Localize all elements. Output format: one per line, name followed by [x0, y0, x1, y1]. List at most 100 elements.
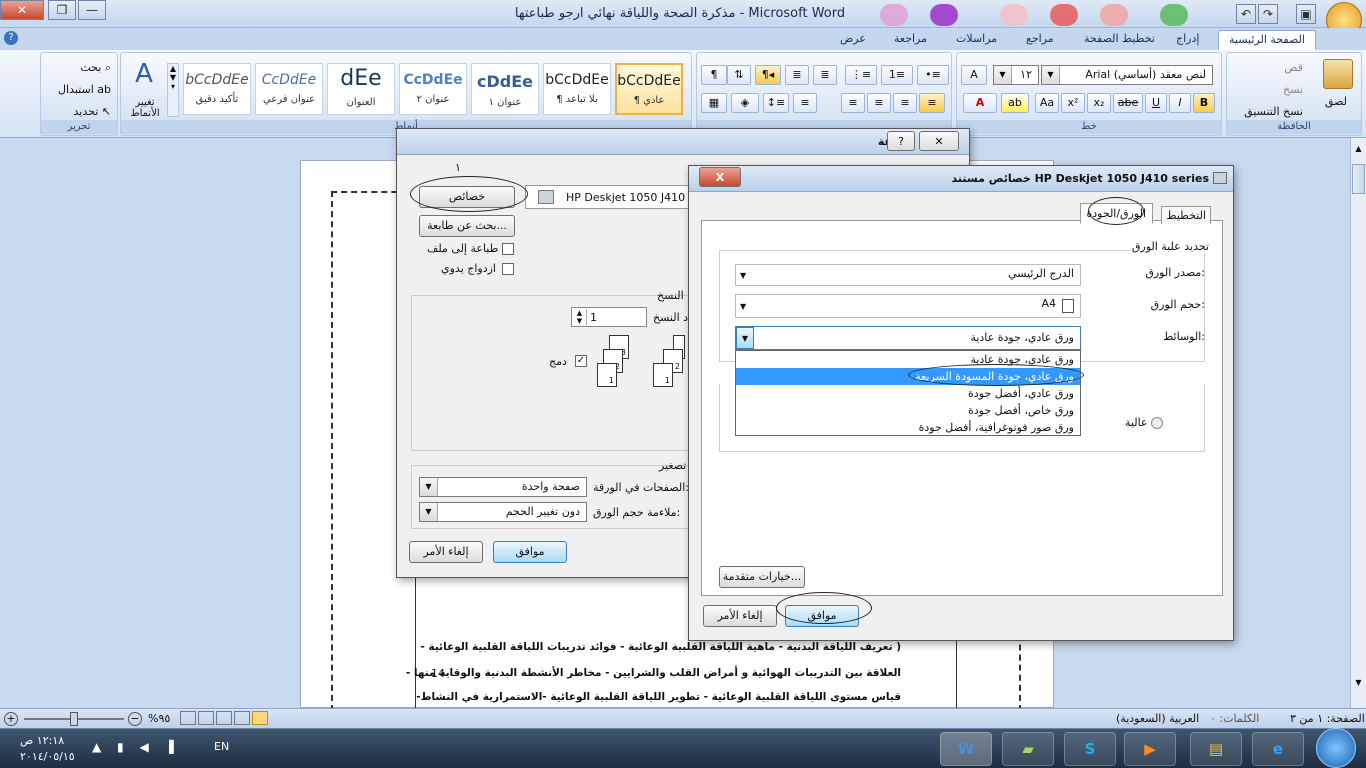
start-button[interactable] [1316, 728, 1356, 768]
copy-button[interactable]: نسخ [1283, 83, 1303, 96]
paste-button[interactable]: لصق [1325, 95, 1347, 108]
tab-insert[interactable]: إدراج [1166, 30, 1209, 50]
replace-button[interactable]: استبدال ab [58, 83, 111, 96]
tab-layout[interactable]: التخطيط [1161, 206, 1211, 224]
close-button[interactable]: ✕ [0, 0, 44, 20]
styles-scroll[interactable]: ▲ ▼ ▾ [167, 63, 179, 117]
view-print-layout-icon[interactable] [252, 711, 268, 725]
taskbar-media-icon[interactable]: ▶ [1124, 732, 1176, 766]
show-marks-button[interactable]: ¶ [701, 65, 727, 85]
select-button[interactable]: تحديد ↖ [74, 105, 112, 118]
zoom-in-icon[interactable]: + [4, 712, 18, 726]
font-color-button[interactable]: A [963, 93, 997, 113]
bullets-button[interactable]: •≡ [917, 65, 949, 85]
justify-button[interactable]: ≡ [793, 93, 817, 113]
shading-button[interactable]: ◈ [731, 93, 759, 113]
copies-spinner[interactable]: ▲ ▼ 1 [571, 307, 647, 327]
find-button[interactable]: بحث ⌕ [80, 61, 111, 75]
tab-home[interactable]: الصفحة الرئيسية [1218, 30, 1316, 50]
scroll-thumb[interactable] [1352, 164, 1365, 194]
change-case-button[interactable]: Aa [1035, 93, 1059, 113]
print-to-file-checkbox[interactable] [502, 243, 514, 255]
cut-button[interactable]: قص [1284, 61, 1303, 74]
spinner-arrows-icon[interactable]: ▲ ▼ [573, 309, 587, 325]
view-reading-icon[interactable] [234, 711, 250, 725]
align-justify-rtl-button[interactable]: ≡ [919, 93, 945, 113]
vertical-scrollbar[interactable]: ▲ ▼ [1350, 138, 1366, 708]
style-no-spacing[interactable]: bCcDdEe ¶ بلا تباعد [543, 63, 611, 115]
bold-button[interactable]: B [1193, 93, 1215, 113]
tab-mailings[interactable]: مراسلات [946, 30, 1007, 50]
taskbar-explorer-icon[interactable]: ▤ [1190, 732, 1242, 766]
help-icon[interactable]: ? [4, 31, 18, 45]
style-subtle-emphasis[interactable]: bCcDdEe تأكيد دقيق [183, 63, 251, 115]
qat-save-icon[interactable]: ▣ [1296, 4, 1316, 24]
numbering-button[interactable]: 1≡ [881, 65, 913, 85]
outdent-button[interactable]: ≣ [813, 65, 837, 85]
multilevel-list-button[interactable]: ⋮≡ [845, 65, 877, 85]
print-ok-button[interactable]: موافق [493, 541, 567, 563]
status-language[interactable]: العربية (السعودية) [1116, 712, 1199, 725]
indent-button[interactable]: ≣ [785, 65, 809, 85]
style-subtitle[interactable]: CcDdEe عنوان فرعي [255, 63, 323, 115]
tab-page-layout[interactable]: تخطيط الصفحة [1074, 30, 1165, 50]
zoom-level[interactable]: %٩٥ [148, 712, 170, 725]
taskbar-word-icon[interactable]: W [940, 732, 992, 766]
align-left-button[interactable]: ≡ [841, 93, 865, 113]
zoom-out-icon[interactable]: − [128, 712, 142, 726]
clock-date[interactable]: ٢٠١٤/٠٥/١٥ [20, 750, 75, 763]
style-title[interactable]: dEe العنوان [327, 63, 395, 115]
line-spacing-button[interactable]: ↕≡ [763, 93, 789, 113]
tab-view[interactable]: عرض [830, 30, 876, 50]
tab-review[interactable]: مراجعة [884, 30, 937, 50]
restore-button[interactable]: ❐ [48, 0, 76, 20]
advanced-options-button[interactable]: خيارات متقدمة... [719, 566, 805, 588]
taskbar-folder-icon[interactable]: ▰ [1002, 732, 1054, 766]
change-styles-button[interactable]: تغيير الأنماط [125, 97, 165, 119]
clear-format-button[interactable]: A [961, 65, 987, 85]
rtl-button[interactable]: ¶◂ [755, 65, 781, 85]
style-normal[interactable]: bCcDdEe ¶ عادي [615, 63, 683, 115]
center-button[interactable]: ≡ [867, 93, 891, 113]
view-outline-icon[interactable] [198, 711, 214, 725]
style-heading-1[interactable]: cDdEe عنوان ١ [471, 63, 539, 115]
paste-icon[interactable] [1323, 59, 1353, 89]
print-close-icon[interactable]: ✕ [919, 131, 959, 151]
tray-icons[interactable]: ▲ ▮ ◀ ▐ [92, 740, 180, 754]
font-name-combo[interactable]: ▼ Arial (أساسي) لنص معقد [1041, 65, 1213, 85]
qat-undo-icon[interactable]: ↶ [1236, 4, 1256, 24]
italic-button[interactable]: I [1169, 93, 1191, 113]
minimize-button[interactable]: — [78, 0, 106, 20]
pages-per-sheet-combo[interactable]: ▼ صفحة واحدة [419, 477, 587, 497]
printer-name-field[interactable]: HP Deskjet 1050 J410 series [525, 185, 721, 209]
chevron-down-icon[interactable]: ▼ [736, 327, 754, 349]
underline-button[interactable]: U [1145, 93, 1167, 113]
view-draft-icon[interactable] [180, 711, 196, 725]
zoom-slider-thumb[interactable] [70, 712, 78, 726]
view-buttons[interactable] [180, 711, 272, 727]
borders-button[interactable]: ▦ [701, 93, 727, 113]
view-web-icon[interactable] [216, 711, 232, 725]
status-page[interactable]: الصفحة: ١ من ٣ [1290, 712, 1365, 725]
highlight-button[interactable]: ab [1001, 93, 1029, 113]
print-help-icon[interactable]: ? [887, 131, 915, 151]
taskbar-ie-icon[interactable]: e [1252, 732, 1304, 766]
quality-high-radio[interactable] [1151, 417, 1163, 429]
format-painter-button[interactable]: نسخ التنسيق [1244, 105, 1303, 118]
language-indicator[interactable]: EN [214, 740, 229, 753]
scroll-down-icon[interactable]: ▼ [1352, 678, 1365, 692]
paper-size-combo[interactable]: ▼ A4 [735, 294, 1081, 318]
style-heading-2[interactable]: CcDdEe عنوان ٢ [399, 63, 467, 115]
find-printer-button[interactable]: بحث عن طابعة... [419, 215, 515, 237]
tab-references[interactable]: مراجع [1016, 30, 1064, 50]
paper-source-combo[interactable]: ▼ الدرج الرئيسي [735, 264, 1081, 286]
qat-redo-icon[interactable]: ↷ [1258, 4, 1278, 24]
font-size-combo[interactable]: ▼ ١٢ [993, 65, 1039, 85]
properties-cancel-button[interactable]: إلغاء الأمر [703, 605, 777, 627]
print-cancel-button[interactable]: إلغاء الأمر [409, 541, 483, 563]
subscript-button[interactable]: x₂ [1087, 93, 1111, 113]
scroll-up-icon[interactable]: ▲ [1352, 144, 1365, 158]
manual-duplex-checkbox[interactable] [502, 263, 514, 275]
taskbar-skype-icon[interactable]: S [1064, 732, 1116, 766]
align-right-button[interactable]: ≡ [893, 93, 917, 113]
